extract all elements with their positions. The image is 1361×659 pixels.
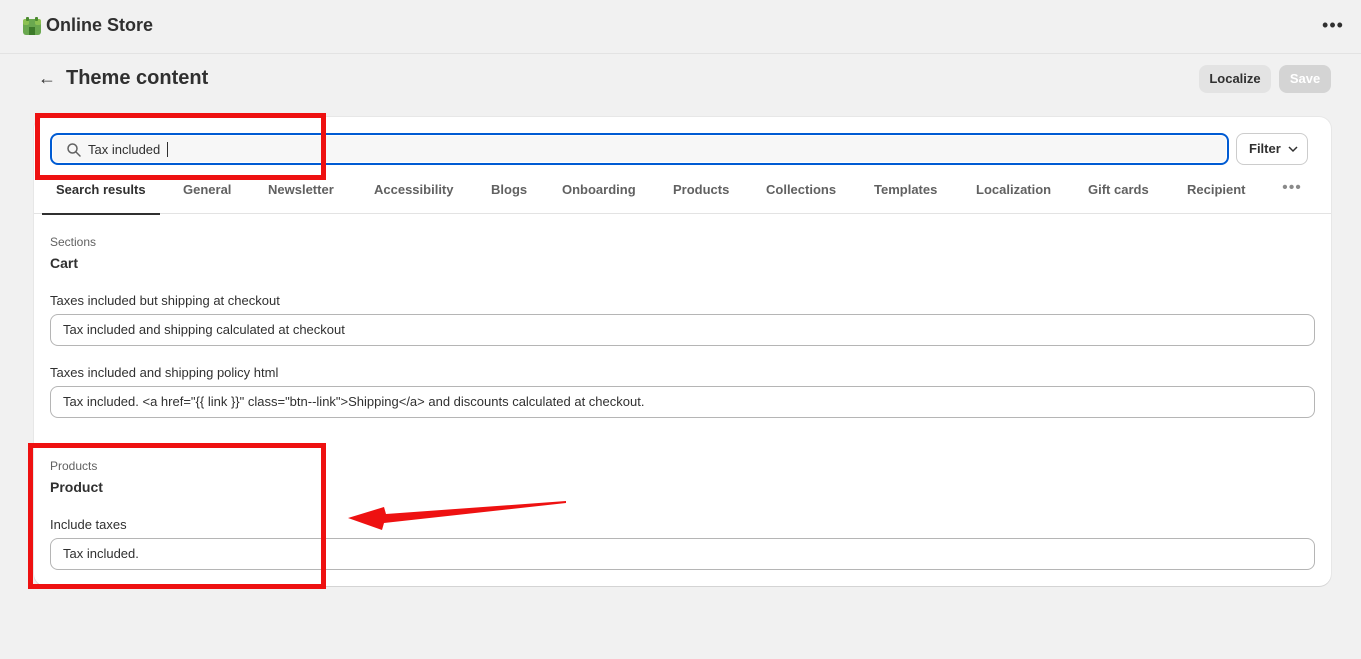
tab-collections[interactable]: Collections	[766, 173, 836, 214]
tab-gift-cards[interactable]: Gift cards	[1088, 173, 1149, 214]
highlight-box-search	[35, 113, 326, 180]
arrow-left-icon[interactable]: ←	[38, 67, 58, 89]
tab-label: Search results	[56, 182, 146, 197]
app-title: Online Store	[46, 15, 154, 35]
annotation-arrow-icon	[348, 501, 566, 530]
tab-onboarding[interactable]: Onboarding	[562, 173, 636, 214]
more-tabs-icon[interactable]: •••	[1282, 173, 1302, 207]
translation-input[interactable]: Tax included and shipping calculated at …	[50, 314, 1315, 346]
tab-products[interactable]: Products	[673, 173, 729, 214]
filter-label: Filter	[1249, 141, 1281, 156]
more-horizontal-icon[interactable]: •••	[1322, 16, 1344, 38]
group-title: Cart	[50, 255, 79, 271]
field-label: Taxes included but shipping at checkout	[50, 293, 280, 308]
highlight-box-product	[28, 443, 326, 589]
group-sections-cart: Sections Cart	[50, 235, 96, 271]
tab-accessibility[interactable]: Accessibility	[374, 173, 454, 214]
field-label: Taxes included and shipping policy html	[50, 365, 279, 380]
translation-input[interactable]: Tax included. <a href="{{ link }}" class…	[50, 386, 1315, 418]
page-title: Theme content	[66, 67, 209, 89]
chevron-down-icon	[1288, 146, 1298, 153]
tab-templates[interactable]: Templates	[874, 173, 937, 214]
tab-recipient[interactable]: Recipient	[1187, 173, 1246, 214]
tab-blogs[interactable]: Blogs	[491, 173, 527, 214]
shopify-store-icon	[23, 17, 41, 35]
filter-button[interactable]: Filter	[1236, 133, 1308, 165]
tab-localization[interactable]: Localization	[976, 173, 1051, 214]
save-button[interactable]: Save	[1279, 65, 1331, 93]
localize-button[interactable]: Localize	[1199, 65, 1271, 93]
top-bar: Online Store •••	[0, 0, 1361, 54]
group-label: Sections	[50, 235, 97, 249]
active-tab-indicator	[42, 213, 160, 215]
